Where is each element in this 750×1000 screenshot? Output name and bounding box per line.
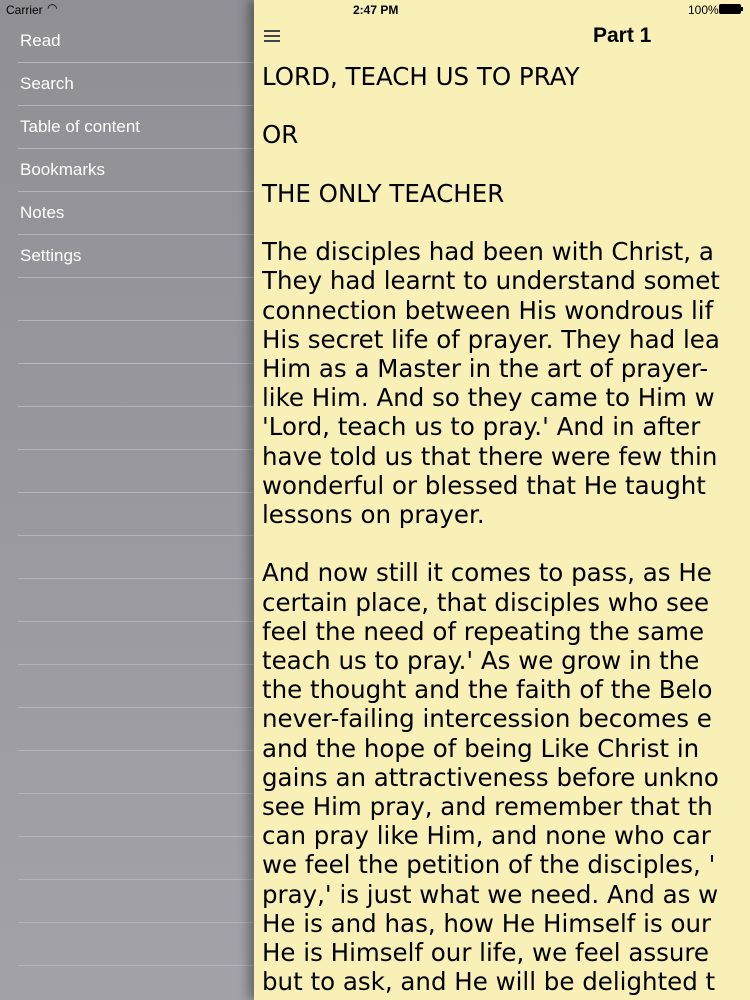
- sidebar-empty-row: [18, 450, 254, 493]
- text-line: He is and has, how He Himself is our: [262, 908, 712, 938]
- text-line: see Him pray, and remember that th: [262, 792, 713, 822]
- text-line: teach us to pray.' As we grow in the: [262, 646, 700, 675]
- text-line: LORD, TEACH US TO PRAY: [262, 62, 580, 91]
- sidebar-item-table-of-content[interactable]: Table of content: [20, 106, 254, 148]
- sidebar-item-read[interactable]: Read: [20, 20, 254, 62]
- wifi-icon: ◠: [47, 1, 58, 15]
- text-line: never-failing intercession becomes e: [262, 704, 712, 734]
- sidebar-item-search[interactable]: Search: [20, 63, 254, 105]
- text-line: He is Himself our life, we feel assure: [262, 938, 710, 968]
- text-line: certain place, that disciples who see: [262, 587, 710, 617]
- paragraph: And now still it comes to pass, as He cer…: [262, 558, 750, 996]
- status-time: 2:47 PM: [353, 3, 399, 17]
- paragraph: LORD, TEACH US TO PRAY: [262, 62, 750, 91]
- sidebar-menu: Read Search Table of content Bookmarks N…: [0, 0, 254, 1000]
- sidebar-empty-row: [18, 622, 254, 665]
- reader-pane: Part 1 LORD, TEACH US TO PRAY OR THE ONLY …: [254, 0, 750, 1000]
- sidebar-empty-row: [18, 278, 254, 321]
- sidebar-item-settings[interactable]: Settings: [20, 235, 254, 277]
- text-line: we feel the petition of the disciples, ': [262, 850, 716, 880]
- sidebar-empty-row: [18, 321, 254, 364]
- battery-percent: 100%: [688, 3, 719, 17]
- text-line: like Him. And so they came to Him w: [262, 383, 715, 413]
- sidebar-empty-row: [18, 837, 254, 880]
- page-title: Part 1: [593, 24, 652, 47]
- text-line: can pray like Him, and none who car: [262, 821, 711, 851]
- paragraph: The disciples had been with Christ, a The…: [262, 237, 750, 529]
- sidebar-empty-row: [18, 665, 254, 708]
- sidebar-empty-row: [18, 364, 254, 407]
- text-line: His secret life of prayer. They had lea: [262, 324, 720, 354]
- reader-content: LORD, TEACH US TO PRAY OR THE ONLY TEACHER…: [262, 62, 750, 1000]
- text-line: lessons on prayer.: [262, 500, 485, 529]
- text-line: connection between His wondrous lif: [262, 295, 714, 325]
- sidebar-item-bookmarks[interactable]: Bookmarks: [20, 149, 254, 191]
- sidebar-item-notes[interactable]: Notes: [20, 192, 254, 234]
- sidebar-empty-row: [18, 794, 254, 837]
- sidebar-empty-row: [18, 493, 254, 536]
- text-line: and the hope of being Like Christ in: [262, 733, 700, 763]
- text-line: They had learnt to understand somet: [262, 266, 720, 296]
- text-line: pray,' is just what we need. And as w: [262, 879, 719, 909]
- text-line: have told us that there were few thin: [262, 441, 718, 471]
- sidebar-list: Read Search Table of content Bookmarks N…: [18, 20, 254, 966]
- sidebar-empty-row: [18, 751, 254, 794]
- text-line: THE ONLY TEACHER: [262, 178, 505, 208]
- sidebar-empty-row: [18, 579, 254, 622]
- text-line: OR: [262, 120, 299, 150]
- sidebar-empty-row: [18, 880, 254, 923]
- status-bar: Carrier ◠ 2:47 PM 100%: [0, 0, 750, 20]
- sidebar-empty-row: [18, 407, 254, 450]
- carrier-label: Carrier: [6, 3, 43, 17]
- sidebar-empty-row: [18, 536, 254, 579]
- text-line: wonderful or blessed that He taught: [262, 470, 706, 500]
- text-line: but to ask, and He will be delighted t: [262, 967, 716, 997]
- battery-icon: [719, 4, 743, 14]
- paragraph: OR: [262, 120, 750, 149]
- text-line: Him as a Master in the art of prayer-: [262, 353, 709, 383]
- sidebar-empty-row: [18, 923, 254, 966]
- text-line: The disciples had been with Christ, a: [262, 237, 714, 267]
- text-line: 'Lord, teach us to pray.' And in after: [262, 412, 701, 442]
- text-line: feel the need of repeating the same: [262, 616, 705, 646]
- text-line: And now still it comes to pass, as He: [262, 558, 712, 588]
- text-line: gains an attractiveness before unkno: [262, 762, 719, 792]
- sidebar-empty-row: [18, 708, 254, 751]
- text-line: the thought and the faith of the Belo: [262, 675, 713, 705]
- paragraph: THE ONLY TEACHER: [262, 179, 750, 208]
